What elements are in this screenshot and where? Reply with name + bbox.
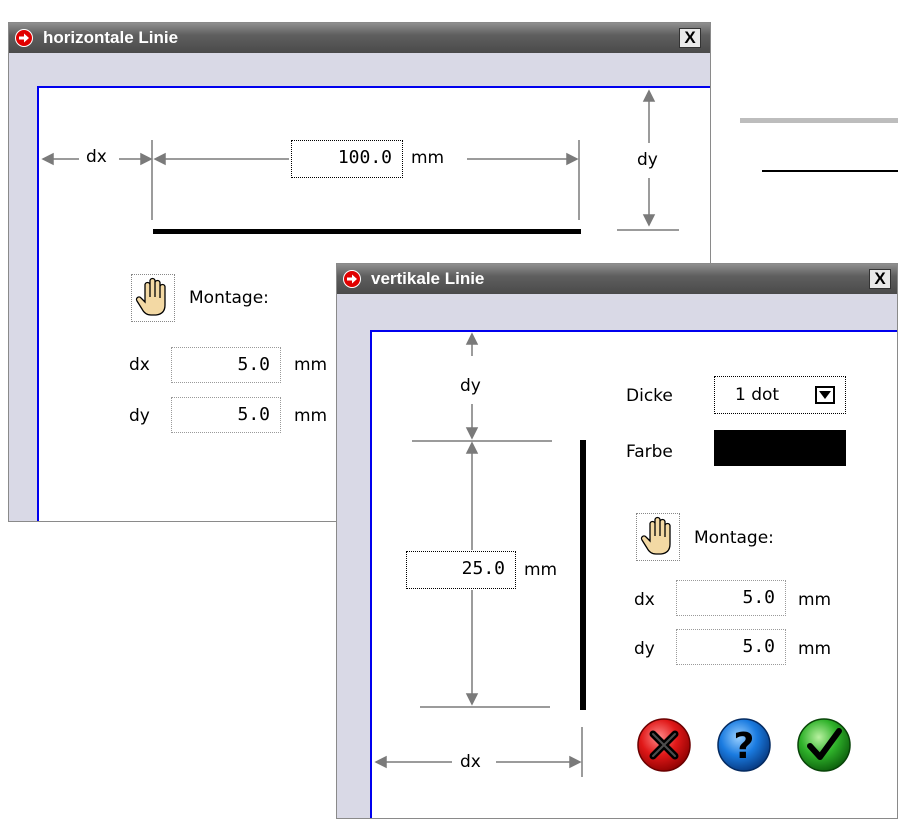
offset-dx-unit: mm — [294, 355, 328, 375]
length-input[interactable]: 100.0 — [291, 140, 403, 178]
horizontal-dialog-titlebar[interactable]: horizontale Linie X — [9, 23, 710, 53]
offset-dy-value: 5.0 — [237, 404, 270, 425]
vertical-line-dialog: vertikale Linie X dy dx 25.0 mm Dicke 1 … — [336, 263, 898, 819]
red-arrow-icon — [15, 29, 33, 47]
offset-dy-unit: mm — [798, 639, 832, 659]
color-label: Farbe — [626, 442, 673, 462]
close-button[interactable]: X — [869, 269, 891, 289]
length-unit-label: mm — [524, 560, 558, 580]
offset-dx-label: dx — [129, 355, 150, 375]
offset-dy-input[interactable]: 5.0 — [171, 397, 281, 433]
length-value: 100.0 — [337, 147, 392, 168]
vertical-dialog-content: dy dx 25.0 mm Dicke 1 dot Farbe Montage:… — [370, 330, 897, 818]
dy-label: dy — [460, 376, 481, 396]
thickness-select[interactable]: 1 dot — [714, 376, 846, 414]
offset-dx-unit: mm — [798, 590, 832, 610]
offset-dx-input[interactable]: 5.0 — [171, 347, 281, 383]
close-icon: X — [874, 269, 886, 288]
chevron-down-icon — [815, 386, 835, 404]
offset-dy-unit: mm — [294, 406, 328, 426]
svg-text:?: ? — [734, 726, 755, 767]
offset-dy-value: 5.0 — [742, 636, 775, 657]
vertical-line-preview — [580, 440, 586, 710]
offset-dy-input[interactable]: 5.0 — [676, 629, 786, 665]
red-x-circle-icon — [637, 718, 691, 772]
montage-button[interactable] — [131, 274, 175, 322]
offset-dy-label: dy — [129, 406, 150, 426]
montage-label: Montage: — [189, 288, 269, 308]
montage-label: Montage: — [694, 528, 774, 548]
montage-button[interactable] — [636, 513, 680, 561]
offset-dy-label: dy — [634, 639, 655, 659]
offset-dx-label: dx — [634, 590, 655, 610]
background-black-line — [762, 170, 898, 172]
close-button[interactable]: X — [679, 28, 701, 48]
thickness-value: 1 dot — [735, 385, 780, 405]
color-swatch[interactable] — [714, 430, 846, 466]
dx-label: dx — [460, 752, 481, 772]
offset-dx-value: 5.0 — [742, 587, 775, 608]
hand-icon — [640, 516, 671, 555]
dx-label: dx — [86, 147, 107, 167]
dy-label: dy — [637, 150, 658, 170]
thickness-label: Dicke — [626, 386, 673, 406]
close-icon: X — [684, 28, 696, 47]
vertical-dialog-title: vertikale Linie — [371, 269, 485, 288]
horizontal-dialog-title: horizontale Linie — [43, 28, 179, 47]
help-button[interactable]: ? — [716, 717, 772, 773]
vertical-dialog-titlebar[interactable]: vertikale Linie X — [337, 264, 897, 294]
offset-dx-input[interactable]: 5.0 — [676, 580, 786, 616]
length-unit-label: mm — [411, 148, 445, 168]
length-value: 25.0 — [461, 558, 505, 579]
background-gray-line — [740, 118, 898, 123]
cancel-button[interactable] — [636, 717, 692, 773]
hand-icon — [135, 277, 166, 316]
red-arrow-icon — [343, 270, 361, 288]
horizontal-line-preview — [153, 229, 581, 234]
blue-question-circle-icon: ? — [717, 718, 771, 772]
ok-button[interactable] — [796, 717, 852, 773]
length-input[interactable]: 25.0 — [406, 551, 516, 589]
green-check-circle-icon — [797, 718, 851, 772]
offset-dx-value: 5.0 — [237, 354, 270, 375]
